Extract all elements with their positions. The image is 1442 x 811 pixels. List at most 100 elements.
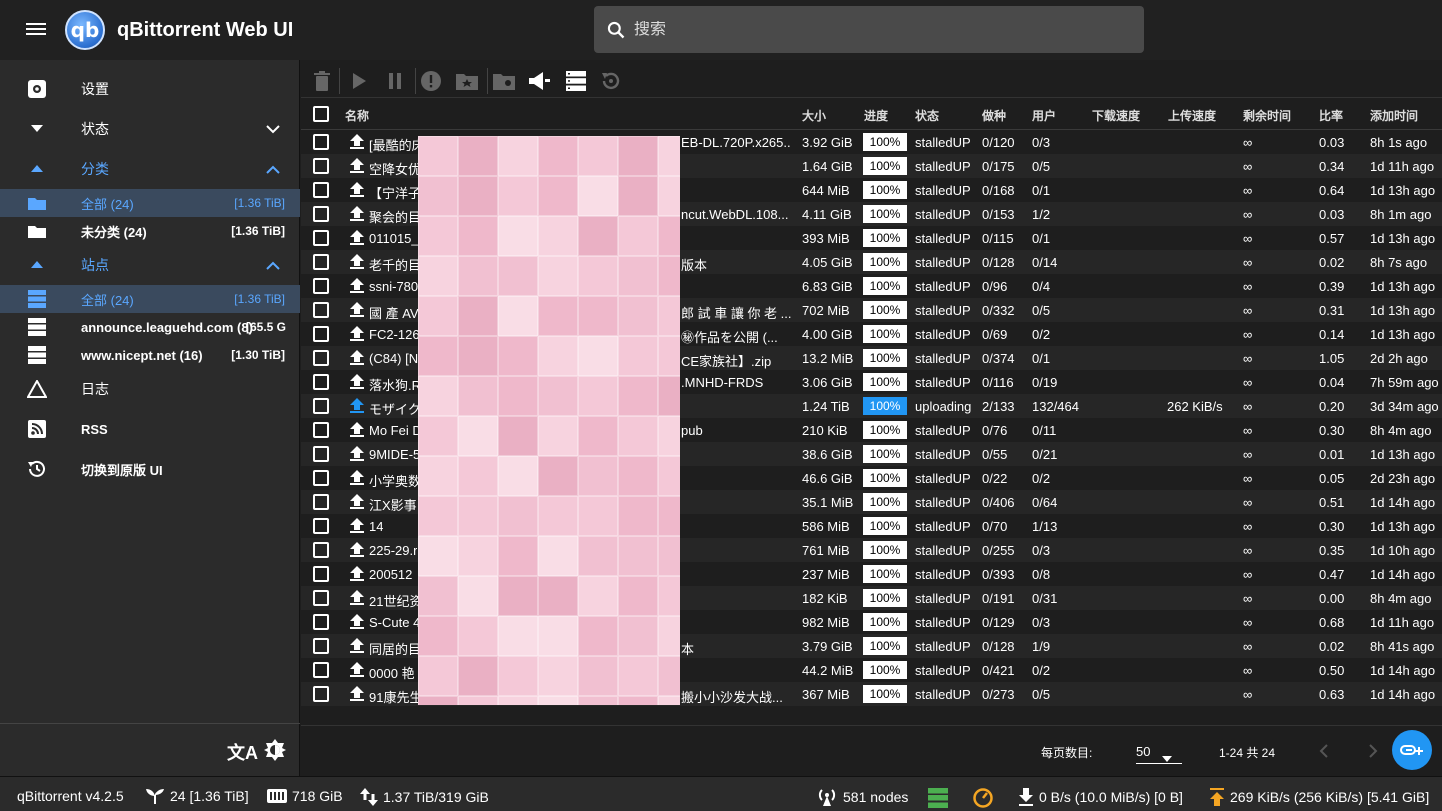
per-page-select[interactable]: 50 <box>1136 740 1182 764</box>
row-checkbox[interactable] <box>313 302 329 318</box>
col-dl-speed[interactable]: 下载速度 <box>1092 107 1140 124</box>
add-link-button[interactable] <box>1392 730 1432 770</box>
select-all-checkbox[interactable] <box>313 106 329 122</box>
row-checkbox[interactable] <box>313 254 329 270</box>
col-added[interactable]: 添加时间 <box>1370 107 1418 124</box>
row-state: stalledUP <box>915 159 971 174</box>
col-size[interactable]: 大小 <box>802 107 826 124</box>
category-uncategorized[interactable]: 未分类 (24) [1.36 TiB] <box>0 217 300 245</box>
toolbar <box>301 62 1442 98</box>
row-name: 江X影事 <box>369 498 417 513</box>
seeding-icon <box>350 662 364 677</box>
col-state[interactable]: 状态 <box>915 107 939 124</box>
row-checkbox[interactable] <box>313 638 329 654</box>
row-checkbox[interactable] <box>313 518 329 534</box>
col-eta[interactable]: 剩余时间 <box>1243 107 1291 124</box>
server-list-icon[interactable] <box>565 70 587 92</box>
sidebar-item-rss[interactable]: RSS <box>0 415 300 443</box>
row-checkbox[interactable] <box>313 422 329 438</box>
row-checkbox[interactable] <box>313 614 329 630</box>
row-checkbox[interactable] <box>313 470 329 486</box>
row-checkbox[interactable] <box>313 206 329 222</box>
recheck-icon[interactable] <box>600 70 622 92</box>
free-space: 718 GiB <box>267 788 343 804</box>
uploading-icon <box>350 398 364 413</box>
sidebar-item-switch-ui[interactable]: 切换到原版 UI <box>0 455 300 483</box>
sidebar: 设置 状态 分类 全部 (24) [1.36 TiB] 未分类 (24) [1.… <box>0 60 300 776</box>
row-checkbox[interactable] <box>313 590 329 606</box>
row-checkbox[interactable] <box>313 494 329 510</box>
search-box[interactable] <box>594 6 1144 53</box>
speed-limit-icon[interactable] <box>973 788 998 808</box>
col-progress[interactable]: 进度 <box>864 107 888 124</box>
row-peers: 0/11 <box>1032 423 1057 438</box>
progress-bar: 100% <box>863 229 907 247</box>
search-input[interactable] <box>634 20 1114 39</box>
site-size: [65.5 G <box>245 320 286 334</box>
delete-icon[interactable] <box>311 70 333 92</box>
row-checkbox[interactable] <box>313 542 329 558</box>
sidebar-footer: 文A <box>0 723 300 776</box>
row-state: stalledUP <box>915 687 971 702</box>
site-all[interactable]: 全部 (24) [1.36 TiB] <box>0 285 300 313</box>
row-added: 1d 13h ago <box>1370 519 1436 534</box>
site-nicept[interactable]: www.nicept.net (16) [1.30 TiB] <box>0 341 300 369</box>
row-checkbox[interactable] <box>313 326 329 342</box>
sidebar-item-categories[interactable]: 分类 <box>0 155 300 183</box>
sidebar-item-settings[interactable]: 设置 <box>0 75 300 103</box>
site-leaguehd[interactable]: announce.leaguehd.com (8) [65.5 G <box>0 313 300 341</box>
category-all[interactable]: 全部 (24) [1.36 TiB] <box>0 189 300 217</box>
row-seeds: 2/133 <box>982 399 1015 414</box>
row-size: 1.24 TiB <box>802 399 850 414</box>
theme-icon[interactable] <box>264 739 286 764</box>
row-eta: ∞ <box>1243 399 1253 414</box>
row-checkbox[interactable] <box>313 158 329 174</box>
site-size: [1.36 TiB] <box>234 292 285 306</box>
row-peers: 1/2 <box>1032 207 1051 222</box>
menu-icon[interactable] <box>24 20 48 40</box>
row-checkbox[interactable] <box>313 230 329 246</box>
row-checkbox[interactable] <box>313 686 329 702</box>
prev-page-icon[interactable] <box>1319 744 1328 761</box>
row-size: 13.2 MiB <box>802 351 854 366</box>
col-up-speed[interactable]: 上传速度 <box>1168 107 1216 124</box>
chevron-up-icon <box>266 258 280 273</box>
seeding-icon <box>350 374 364 389</box>
row-checkbox[interactable] <box>313 278 329 294</box>
row-ratio: 0.31 <box>1319 303 1345 318</box>
row-checkbox[interactable] <box>313 566 329 582</box>
row-added: 8h 1m ago <box>1370 207 1432 222</box>
progress-bar: 100% <box>863 325 907 343</box>
row-checkbox[interactable] <box>313 350 329 366</box>
row-checkbox[interactable] <box>313 374 329 390</box>
category-folder-icon[interactable] <box>456 70 478 92</box>
col-name[interactable]: 名称 <box>345 107 369 124</box>
row-checkbox[interactable] <box>313 182 329 198</box>
info-icon[interactable] <box>420 70 442 92</box>
connection-status-icon[interactable] <box>928 788 953 808</box>
col-peers[interactable]: 用户 <box>1032 107 1056 124</box>
resume-icon[interactable] <box>348 70 370 92</box>
row-size: 761 MiB <box>802 543 850 558</box>
alltime-transfer: 1.37 TiB/319 GiB <box>360 788 489 806</box>
seedling-icon <box>146 789 164 804</box>
row-checkbox[interactable] <box>313 662 329 678</box>
location-folder-icon[interactable] <box>493 70 515 92</box>
row-state: stalledUP <box>915 423 971 438</box>
progress-bar: 100% <box>863 277 907 295</box>
announce-icon[interactable] <box>529 70 551 92</box>
sidebar-item-sites[interactable]: 站点 <box>0 251 300 279</box>
sidebar-item-log[interactable]: 日志 <box>0 375 300 403</box>
pause-icon[interactable] <box>384 70 406 92</box>
translate-icon[interactable]: 文A <box>227 739 258 765</box>
row-checkbox[interactable] <box>313 398 329 414</box>
col-ratio[interactable]: 比率 <box>1319 107 1343 124</box>
alltime-text: 1.37 TiB/319 GiB <box>383 789 489 805</box>
row-size: 38.6 GiB <box>802 447 853 462</box>
row-checkbox[interactable] <box>313 446 329 462</box>
next-page-icon[interactable] <box>1369 744 1378 761</box>
sidebar-item-status[interactable]: 状态 <box>0 115 300 143</box>
col-seeds[interactable]: 做种 <box>982 107 1006 124</box>
row-added: 1d 11h ago <box>1370 159 1435 174</box>
row-checkbox[interactable] <box>313 134 329 150</box>
